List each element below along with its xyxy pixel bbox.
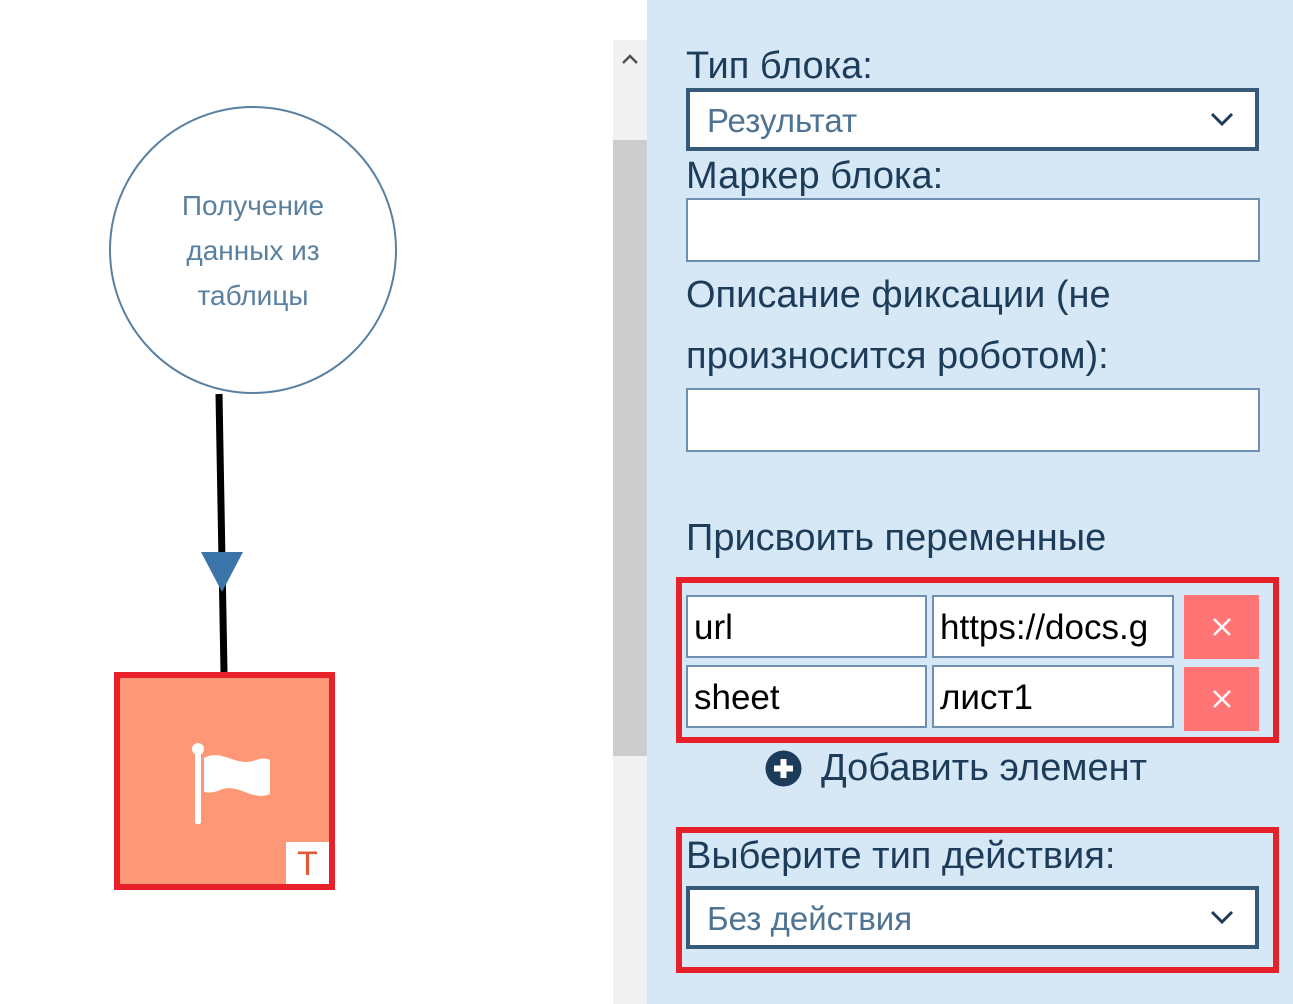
remove-variable-button[interactable] xyxy=(1184,667,1259,731)
close-icon xyxy=(1212,690,1231,708)
block-type-label: Тип блока: xyxy=(686,45,873,87)
variable-value-input[interactable]: лист1 xyxy=(932,665,1174,728)
block-marker-input[interactable] xyxy=(686,198,1260,262)
vertical-scrollbar[interactable] xyxy=(613,40,647,1004)
fixation-description-label: произносится роботом): xyxy=(686,335,1109,377)
flow-canvas[interactable]: Получение данных из таблицы T xyxy=(0,0,613,1004)
scroll-up-button[interactable] xyxy=(613,40,647,78)
properties-panel: Тип блока: Результат Маркер блока: Описа… xyxy=(647,0,1293,1004)
fixation-description-input[interactable] xyxy=(686,388,1260,452)
start-node-label: Получение данных из таблицы xyxy=(163,183,343,318)
chevron-down-icon xyxy=(1210,112,1234,127)
add-element-button[interactable]: Добавить элемент xyxy=(765,740,1147,796)
fixation-description-label: Описание фиксации (не xyxy=(686,274,1111,316)
action-type-value: Без действия xyxy=(707,900,913,937)
chevron-down-icon xyxy=(1210,910,1234,925)
type-badge: T xyxy=(286,842,329,884)
variable-value-input[interactable]: https://docs.g xyxy=(932,595,1174,658)
start-node-label-line: данных из xyxy=(186,234,320,266)
scroll-thumb[interactable] xyxy=(613,140,647,756)
chevron-up-icon xyxy=(622,54,638,64)
start-node-label-line: таблицы xyxy=(197,279,309,311)
assign-variables-title: Присвоить переменные xyxy=(686,517,1107,559)
block-marker-label: Маркер блока: xyxy=(686,155,944,197)
start-node[interactable]: Получение данных из таблицы xyxy=(109,106,397,394)
start-node-label-line: Получение xyxy=(181,189,325,221)
block-type-value: Результат xyxy=(707,102,858,139)
block-type-select[interactable]: Результат xyxy=(686,88,1259,151)
variable-name-input[interactable]: url xyxy=(686,595,927,658)
variable-name-input[interactable]: sheet xyxy=(686,665,927,728)
action-type-select[interactable]: Без действия xyxy=(686,886,1259,949)
add-element-label: Добавить элемент xyxy=(821,746,1148,789)
result-node[interactable]: T xyxy=(114,672,335,890)
flag-icon xyxy=(192,743,270,824)
plus-circle-icon xyxy=(765,750,802,786)
close-icon xyxy=(1212,618,1231,636)
remove-variable-button[interactable] xyxy=(1184,595,1259,659)
action-type-label: Выберите тип действия: xyxy=(686,835,1116,877)
